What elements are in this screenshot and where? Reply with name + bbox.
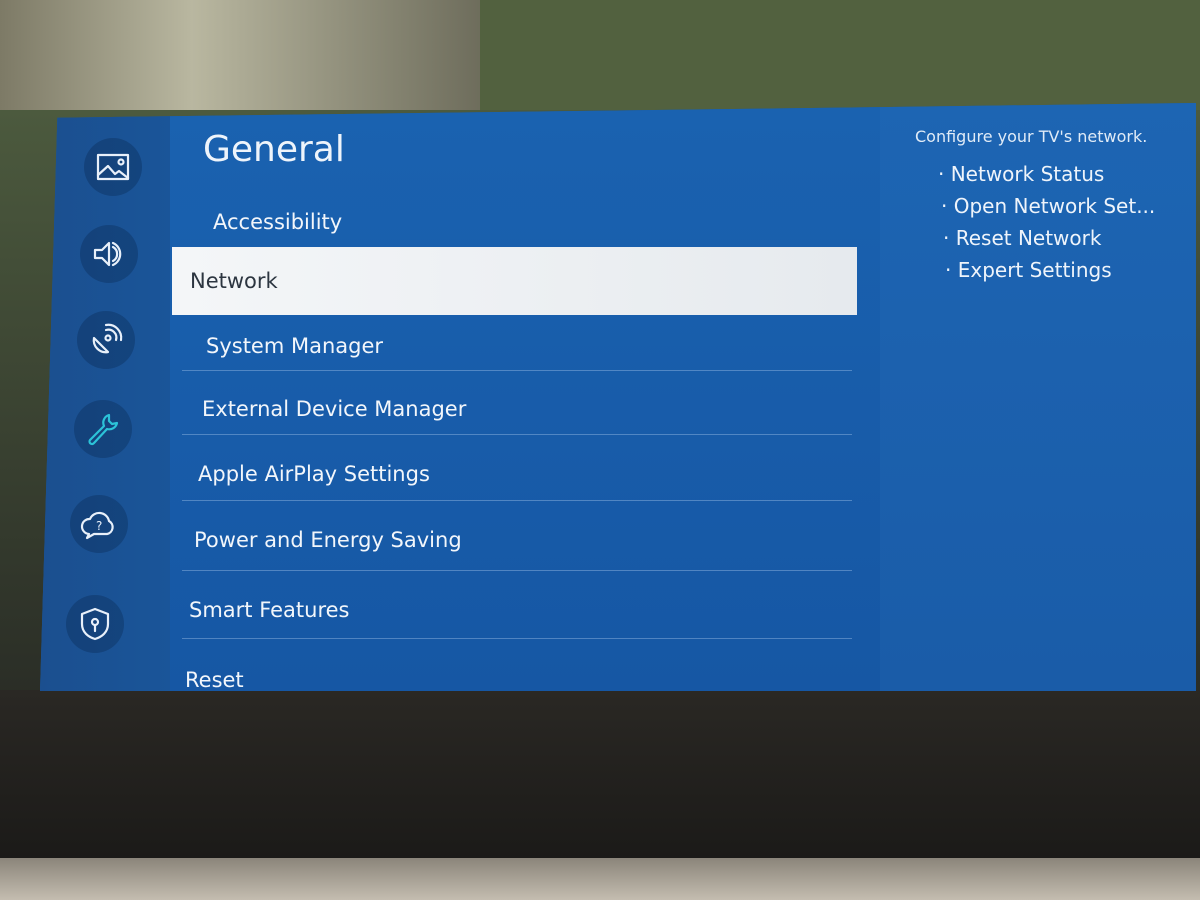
svg-text:?: ? [96,519,102,533]
settings-screen: ? General Accessibility Network System M… [40,103,1196,691]
menu-item-external-device-manager[interactable]: External Device Manager [202,397,466,421]
general-wrench-icon[interactable] [74,400,132,458]
page-title: General [203,129,345,170]
background-wall-right [480,0,1200,110]
menu-item-reset[interactable]: Reset [185,668,244,691]
detail-open-network-settings: · Open Network Set... [941,194,1156,218]
divider [182,370,852,371]
menu-item-network[interactable]: Network [172,247,857,315]
background-wall [0,0,480,110]
category-sidebar: ? [40,103,170,691]
menu-item-accessibility[interactable]: Accessibility [213,210,342,234]
tv-bezel [0,858,1200,900]
divider [182,500,852,501]
menu-item-apple-airplay-settings[interactable]: Apple AirPlay Settings [198,462,430,486]
sound-icon[interactable] [80,225,138,283]
divider [182,638,852,639]
detail-reset-network: · Reset Network [943,226,1102,250]
description-text: Configure your TV's network. [915,127,1148,146]
support-icon[interactable]: ? [70,495,128,553]
menu-item-label: Network [190,269,278,293]
general-menu: General Accessibility Network System Man… [170,103,880,691]
privacy-shield-icon[interactable] [66,595,124,653]
menu-item-system-manager[interactable]: System Manager [206,334,383,358]
picture-icon[interactable] [84,138,142,196]
details-panel: Configure your TV's network. · Network S… [880,103,1196,691]
detail-expert-settings: · Expert Settings [945,258,1112,282]
detail-network-status: · Network Status [938,162,1105,186]
divider [182,570,852,571]
broadcasting-icon[interactable] [77,311,135,369]
menu-item-power-energy-saving[interactable]: Power and Energy Saving [194,528,462,552]
divider [182,434,852,435]
menu-item-smart-features[interactable]: Smart Features [189,598,350,622]
tv-lower-screen [0,690,1200,860]
